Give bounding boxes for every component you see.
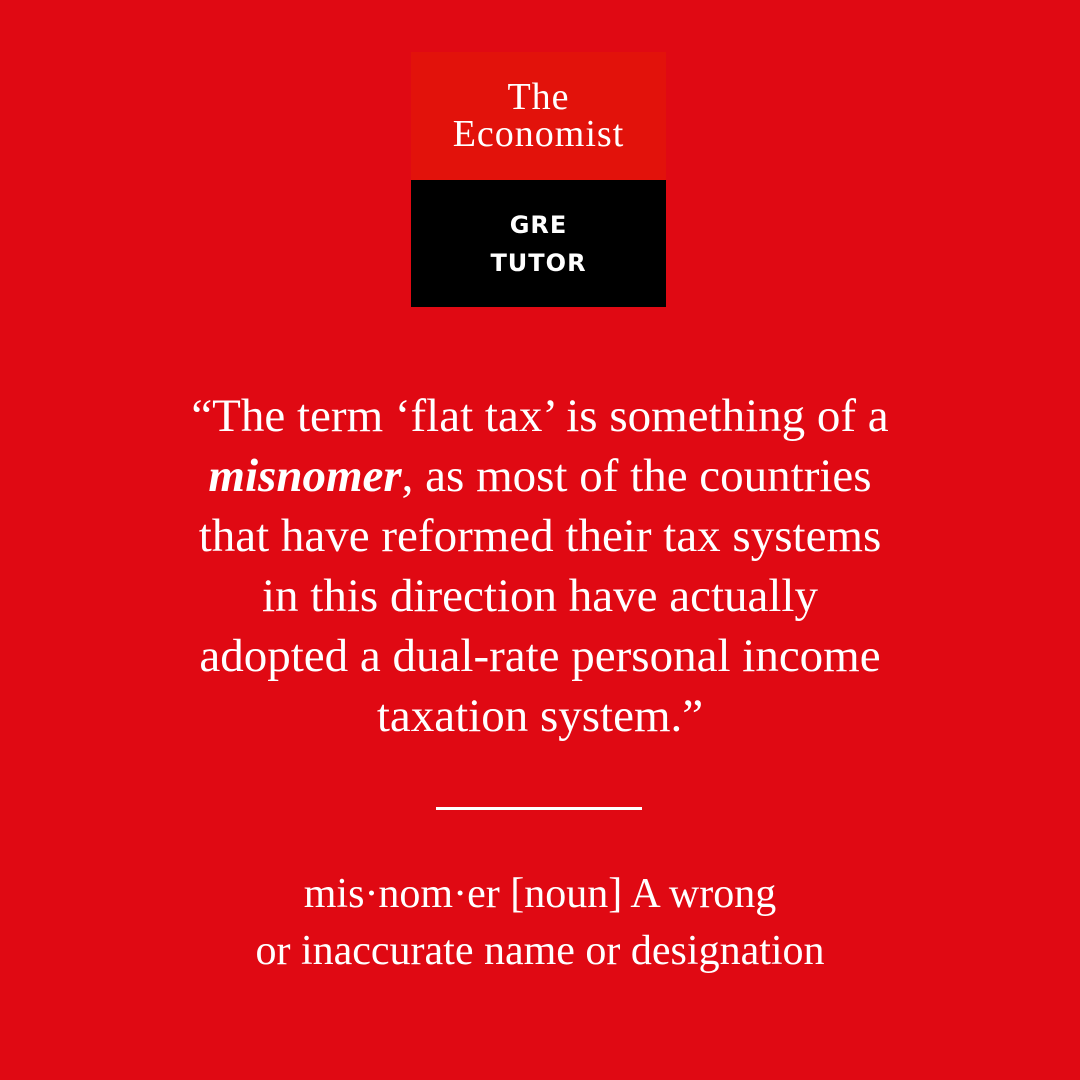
quote-line-4: in this direction have actually	[262, 570, 818, 622]
quote-keyword: misnomer	[208, 450, 402, 502]
logo-wordmark-block: The Economist	[411, 52, 666, 180]
definition-line-1: mis·nom·er [noun] A wrong	[303, 871, 777, 917]
logo-title-economist: Economist	[452, 113, 625, 155]
definition-line-2: or inaccurate name or designation	[255, 928, 825, 974]
quote-text: “The term ‘flat tax’ is something of a m…	[100, 386, 980, 746]
economist-gre-tutor-logo: The Economist GRE TUTOR	[411, 52, 666, 307]
logo-subtitle-tutor: TUTOR	[490, 248, 587, 277]
definition-text: mis·nom·er [noun] A wrong or inaccurate …	[100, 866, 980, 980]
logo-title-the: The	[507, 76, 570, 118]
quote-line-1: “The term ‘flat tax’ is something of a	[191, 390, 889, 442]
divider	[436, 807, 642, 810]
quote-line-5: adopted a dual-rate personal income	[199, 630, 881, 682]
logo-subtitle-gre: GRE	[509, 210, 568, 239]
quote-line-6: taxation system.”	[376, 690, 704, 742]
quote-line-2-rest: , as most of the countries	[401, 450, 872, 502]
quote-line-3: that have reformed their tax systems	[198, 510, 882, 562]
quote-line-2: misnomer, as most of the countries	[100, 446, 980, 506]
logo-subtitle-block: GRE TUTOR	[411, 180, 666, 307]
